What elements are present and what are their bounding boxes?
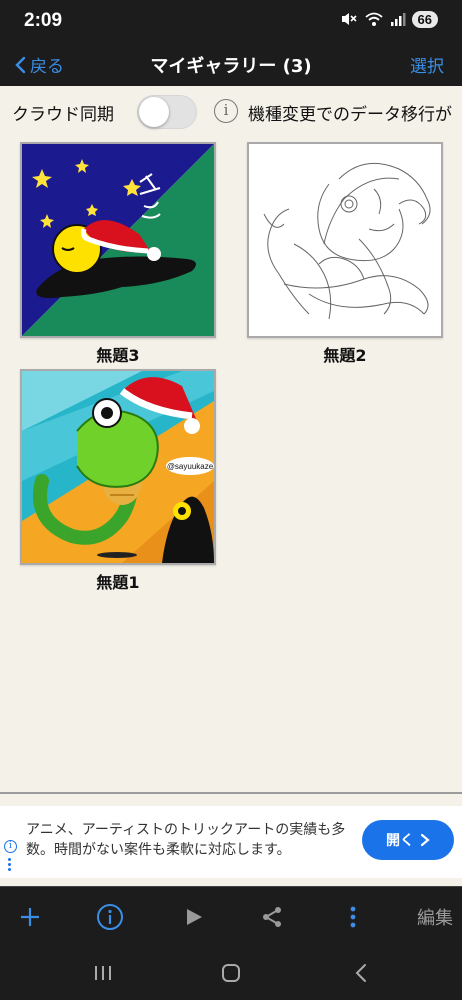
page-title: マイギャラリー (3): [150, 56, 312, 77]
artwork-image-1: @sayuukaze: [22, 371, 214, 563]
ad-open-button[interactable]: 開く: [362, 820, 454, 860]
plus-icon: [21, 908, 39, 926]
share-icon: [263, 907, 281, 927]
gallery-item[interactable]: @sayuukaze 無題1: [20, 369, 216, 593]
share-button[interactable]: [254, 899, 290, 935]
data-migration-text[interactable]: 機種変更でのデータ移行が: [248, 100, 452, 125]
artwork-image-2: [249, 144, 441, 336]
artwork-thumbnail[interactable]: [247, 142, 443, 338]
info-circle-icon: [97, 904, 123, 930]
home-button[interactable]: [216, 960, 246, 986]
select-button[interactable]: 選択: [410, 52, 444, 77]
bottom-toolbar: 編集: [0, 886, 462, 946]
ad-open-label: 開く: [386, 833, 414, 849]
more-button[interactable]: [338, 899, 368, 935]
ad-info-icon[interactable]: i: [4, 840, 17, 853]
artwork-image-3: [22, 144, 214, 336]
add-button[interactable]: [12, 899, 48, 935]
play-button[interactable]: [176, 899, 212, 935]
status-bar: 2:09 66: [0, 0, 462, 44]
battery-level: 66: [411, 10, 438, 28]
mute-icon: [341, 13, 357, 25]
artwork-title: 無題3: [96, 346, 140, 365]
system-back-button[interactable]: [346, 960, 376, 986]
gallery-item[interactable]: 無題3: [20, 142, 216, 366]
artwork-title: 無題2: [323, 346, 367, 365]
ad-text: アニメ、アーティストのトリックアートの実績も多数。時間がない案件も柔軟に対応しま…: [26, 822, 346, 858]
artwork-thumbnail[interactable]: [20, 142, 216, 338]
status-icons: 66: [340, 10, 438, 28]
play-icon: [187, 909, 202, 925]
info-icon[interactable]: i: [214, 99, 238, 123]
system-back-icon: [355, 964, 366, 982]
recent-apps-button[interactable]: [88, 960, 118, 986]
system-navigation-bar: [0, 946, 462, 1000]
signal-icon: [390, 13, 406, 26]
cloud-sync-row: クラウド同期 i 機種変更でのデータ移行が: [0, 90, 462, 134]
content-divider: [0, 792, 462, 794]
recent-apps-icon: [95, 966, 111, 980]
chevron-right-icon: [420, 833, 430, 847]
ad-menu-icon[interactable]: [8, 858, 12, 873]
cloud-sync-label: クラウド同期: [12, 105, 114, 125]
gallery-item[interactable]: 無題2: [247, 142, 443, 366]
cloud-sync-toggle[interactable]: [137, 95, 197, 129]
toggle-knob: [139, 97, 169, 127]
edit-button[interactable]: 編集: [412, 899, 458, 935]
home-icon: [222, 964, 240, 982]
ad-banner[interactable]: i アニメ、アーティストのトリックアートの実績も多数。時間がない案件も柔軟に対応…: [0, 806, 462, 878]
svg-text:@sayuukaze: @sayuukaze: [167, 462, 214, 471]
more-vertical-icon: [350, 906, 356, 928]
wifi-icon: [364, 12, 383, 26]
info-button[interactable]: [92, 899, 128, 935]
gallery-grid: 無題3 無題2 @sayuukaze 無題1: [0, 140, 462, 792]
artwork-title: 無題1: [96, 573, 140, 592]
artwork-thumbnail[interactable]: @sayuukaze: [20, 369, 216, 565]
status-time: 2:09: [24, 10, 63, 31]
navigation-bar: 戻る マイギャラリー (3) 選択: [0, 44, 462, 86]
